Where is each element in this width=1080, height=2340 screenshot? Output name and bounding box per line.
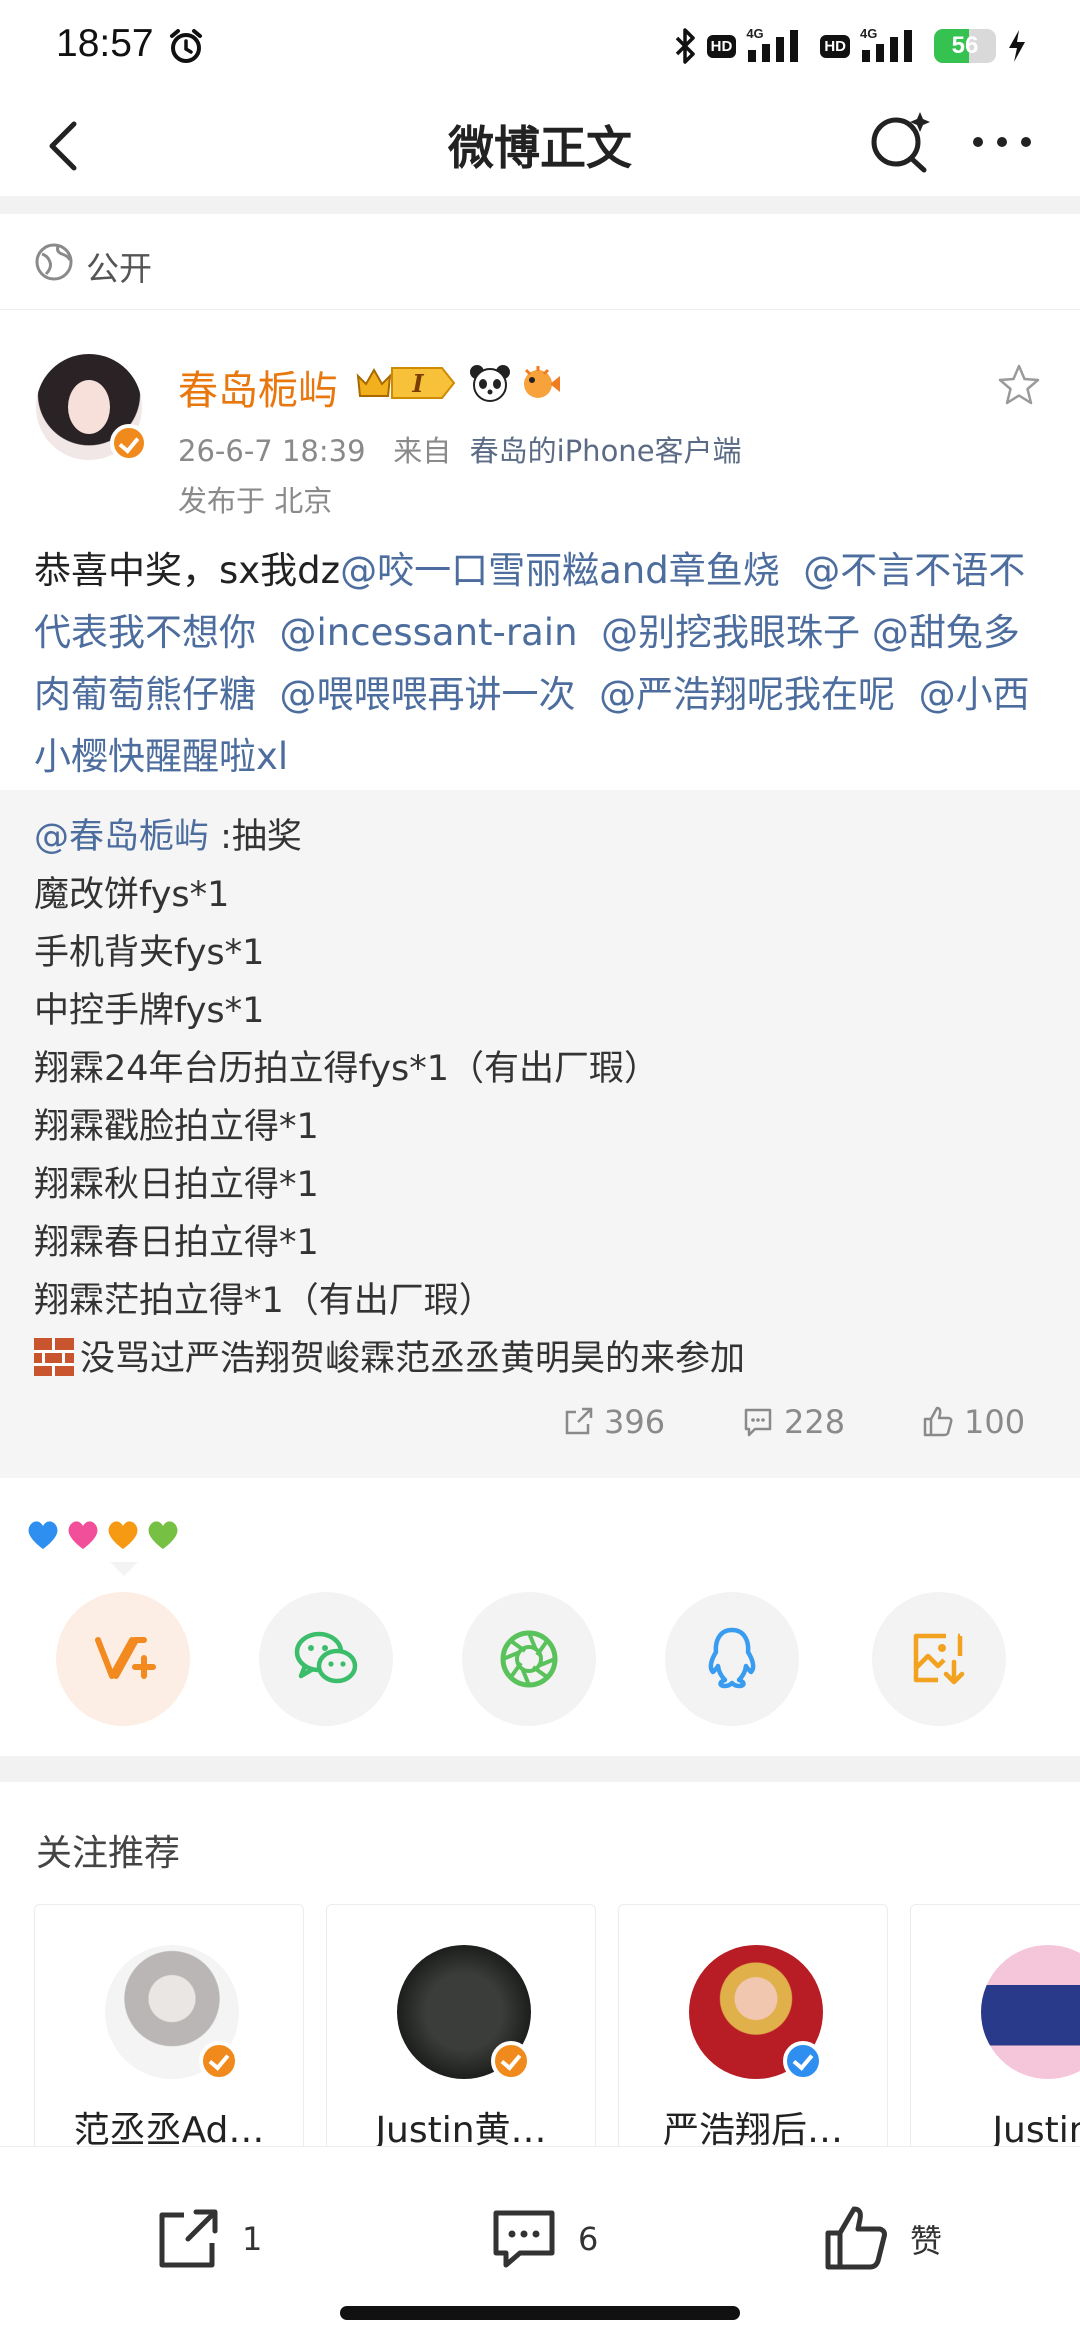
- share-qq-button[interactable]: [665, 1592, 799, 1726]
- pufferfish-icon: [524, 366, 560, 398]
- blue-heart-icon: [28, 1521, 58, 1549]
- repost-line: 手机背夹fys*1: [34, 933, 265, 973]
- signal-icon: 4G: [746, 26, 810, 64]
- repost-last-line: 没骂过严浩翔贺峻霖范丞丞黄明昊的来参加: [80, 1339, 746, 1379]
- vip-level-badge-icon: I: [356, 367, 456, 399]
- repost-share-count[interactable]: 396: [560, 1400, 665, 1444]
- share-icon: [159, 2209, 218, 2268]
- author-name[interactable]: 春岛栀屿: [178, 358, 338, 416]
- moments-icon: [500, 1630, 558, 1688]
- repost-lines: @春岛栀屿 :抽奖 魔改饼fys*1 手机背夹fys*1 中控手牌fys*1 翔…: [34, 808, 745, 1388]
- weibo-repost-icon: [95, 1637, 156, 1679]
- battery-icon: 56: [934, 29, 996, 63]
- repost-line: 翔霖春日拍立得*1: [34, 1223, 319, 1263]
- hearts-emoji: [24, 1516, 182, 1554]
- divider: [0, 196, 1080, 214]
- status-bar: 18:57 HD 4G HD 4G 56: [0, 0, 1080, 92]
- battery-level: 56: [951, 32, 979, 59]
- alarm-icon: [170, 29, 202, 63]
- bottom-repost-count: 1: [242, 2220, 263, 2258]
- repost-line: 翔霖戳脸拍立得*1: [34, 1107, 319, 1147]
- post-date: 26-6-7 18:39: [178, 434, 366, 468]
- globe-icon: [35, 243, 73, 281]
- status-icons: HD 4G HD 4G 56: [673, 24, 1028, 68]
- share-weibo-button[interactable]: [56, 1592, 190, 1726]
- hd-badge: HD: [706, 34, 737, 58]
- source-client[interactable]: 春岛的iPhone客户端: [470, 434, 742, 468]
- repost-comment-count[interactable]: 228: [740, 1400, 845, 1444]
- recommend-card[interactable]: Justin黄…: [326, 1904, 596, 2164]
- repost-line: 中控手牌fys*1: [34, 991, 265, 1031]
- wechat-icon: [294, 1631, 358, 1684]
- status-time: 18:57: [56, 22, 154, 65]
- repost-author[interactable]: @春岛栀屿: [34, 817, 209, 857]
- more-icon[interactable]: [966, 120, 1038, 164]
- mention-link[interactable]: @incessant-rain: [280, 611, 578, 654]
- recommend-card[interactable]: 严浩翔后…: [618, 1904, 888, 2164]
- post-meta: 26-6-7 18:39 来自 春岛的iPhone客户端: [178, 428, 742, 470]
- repost-like-count[interactable]: 100: [920, 1400, 1025, 1444]
- mention-link[interactable]: @严浩翔呢我在呢: [599, 673, 895, 716]
- search-icon[interactable]: [862, 104, 938, 180]
- post-body: 恭喜中奖，sx我dz@咬一口雪丽糍and章鱼烧 @不言不语不代表我不想你 @in…: [34, 540, 1044, 788]
- post-text: 恭喜中奖，sx我dz: [34, 549, 341, 592]
- orange-heart-icon: [108, 1521, 138, 1549]
- verified-badge-icon: [783, 2041, 823, 2081]
- verified-badge-icon: [491, 2041, 531, 2081]
- share-moments-button[interactable]: [462, 1592, 596, 1726]
- share-row: [56, 1592, 1006, 1726]
- source-prefix: 来自: [393, 434, 452, 468]
- mention-link[interactable]: @咬一口雪丽糍and章鱼烧: [340, 549, 780, 592]
- thumbs-up-icon: [923, 1406, 953, 1437]
- recommend-card[interactable]: Justin黄: [910, 1904, 1080, 2164]
- bottom-repost-button[interactable]: 1: [152, 2201, 262, 2277]
- verified-badge-icon: [199, 2041, 239, 2081]
- visibility-row: 公开: [0, 214, 1080, 310]
- weibo-detail-page: 18:57 HD 4G HD 4G 56 微博正文 公开 春岛栀屿 I 26-6…: [0, 0, 1080, 2340]
- bottom-like-button[interactable]: 赞: [820, 2201, 942, 2277]
- save-image-icon: [913, 1633, 965, 1685]
- qq-icon: [708, 1627, 756, 1689]
- panda-icon: [470, 365, 510, 402]
- share-wechat-button[interactable]: [259, 1592, 393, 1726]
- verified-badge-icon: [110, 424, 148, 462]
- comment-icon: [744, 1408, 772, 1437]
- pink-heart-icon: [68, 1521, 98, 1549]
- recommend-card[interactable]: 范丞丞Ad…: [34, 1904, 304, 2164]
- favorite-star-icon[interactable]: [996, 362, 1042, 408]
- level-badge-text: I: [411, 369, 424, 398]
- hd-badge-2: HD: [820, 34, 850, 58]
- nav-bar: 微博正文: [0, 92, 1080, 196]
- mention-link[interactable]: @别挖我眼珠子: [601, 611, 860, 654]
- brick-emoji-icon: [34, 1338, 74, 1376]
- home-indicator[interactable]: [340, 2306, 740, 2320]
- visibility-label: 公开: [86, 249, 152, 288]
- recommend-title: 关注推荐: [36, 1833, 181, 1874]
- mention-link[interactable]: @喂喂喂再讲一次: [280, 673, 576, 716]
- bottom-comment-count: 6: [578, 2220, 599, 2258]
- tooltip-pointer-icon: [110, 1562, 138, 1576]
- reposted-content[interactable]: @春岛栀屿 :抽奖 魔改饼fys*1 手机背夹fys*1 中控手牌fys*1 翔…: [0, 790, 1080, 1478]
- green-heart-icon: [148, 1521, 178, 1549]
- signal-icon-2: 4G: [860, 26, 924, 64]
- share-icon: [565, 1407, 593, 1435]
- repost-line: 翔霖24年台历拍立得fys*1（有出厂瑕）: [34, 1049, 659, 1089]
- comment-icon: [493, 2210, 555, 2268]
- repost-line: 翔霖茫拍立得*1（有出厂瑕）: [34, 1281, 494, 1321]
- thumbs-up-icon: [825, 2206, 887, 2270]
- repost-author-suffix: :抽奖: [209, 817, 302, 857]
- bottom-like-label: 赞: [910, 2222, 943, 2260]
- charging-icon: [1009, 30, 1025, 62]
- bottom-comment-button[interactable]: 6: [488, 2201, 598, 2277]
- section-divider: [0, 1756, 1080, 1782]
- recommend-avatar[interactable]: [981, 1945, 1080, 2079]
- post-location: 发布于 北京: [178, 484, 333, 518]
- repost-line: 魔改饼fys*1: [34, 875, 230, 915]
- bluetooth-icon: [675, 28, 695, 64]
- share-save-image-button[interactable]: [872, 1592, 1006, 1726]
- repost-line: 翔霖秋日拍立得*1: [34, 1165, 319, 1205]
